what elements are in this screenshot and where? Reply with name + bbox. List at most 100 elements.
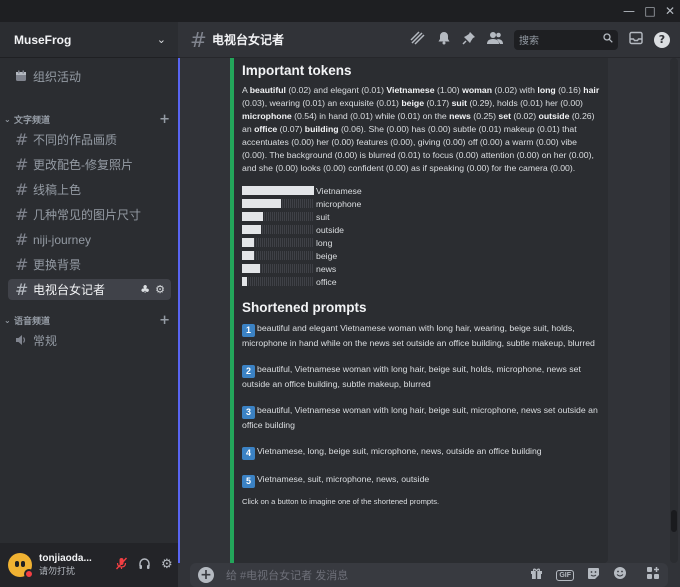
close-window-button[interactable]: ✕ xyxy=(661,3,679,19)
search-icon xyxy=(603,33,613,46)
threads-icon[interactable] xyxy=(410,30,426,49)
token-text: (0.07) xyxy=(277,124,305,134)
title-bar: — □ ✕ xyxy=(0,0,680,22)
shortened-prompt: 5 Vietnamese, suit, microphone, news, out… xyxy=(242,473,600,488)
channel-label: niji-journey xyxy=(33,232,92,247)
gift-icon[interactable] xyxy=(530,567,543,584)
token-keyword: suit xyxy=(451,98,468,108)
hash-icon: # xyxy=(15,255,29,274)
bell-icon[interactable] xyxy=(437,31,451,49)
mic-muted-icon[interactable] xyxy=(115,557,128,574)
minimize-button[interactable]: — xyxy=(620,3,638,19)
headphones-icon[interactable] xyxy=(138,557,151,574)
token-bar-track xyxy=(242,225,314,234)
token-bar-label: long xyxy=(316,237,333,248)
token-bar-label: beige xyxy=(316,250,338,261)
sidebar-channel-item[interactable]: # 线稿上色 xyxy=(8,179,171,200)
sidebar-channel-item[interactable]: # 更换背景 xyxy=(8,254,171,275)
token-keyword: building xyxy=(304,124,339,134)
sticker-icon[interactable] xyxy=(587,567,600,584)
prompt-text: beautiful, Vietnamese woman with long ha… xyxy=(242,405,598,430)
channel-settings-icon[interactable]: ⚙ xyxy=(155,283,165,296)
token-keyword: hair xyxy=(583,85,600,95)
events-item[interactable]: 组织活动 xyxy=(8,66,171,87)
add-member-icon[interactable]: ♣ xyxy=(140,283,150,296)
scrollbar-thumb[interactable] xyxy=(671,510,677,532)
add-voice-channel-button[interactable]: + xyxy=(159,313,170,328)
shortened-prompt: 1 beautiful and elegant Vietnamese woman … xyxy=(242,322,600,350)
token-bar-fill xyxy=(242,277,248,286)
user-controls: ⚙ xyxy=(115,557,173,574)
sidebar-channel-item[interactable]: # 几种常见的图片尺寸 xyxy=(8,204,171,225)
channel-label: 不同的作品画质 xyxy=(33,133,118,147)
add-channel-button[interactable]: + xyxy=(159,112,170,127)
prompt-number-badge[interactable]: 5 xyxy=(242,475,255,488)
embed-title-tokens: Important tokens xyxy=(242,63,352,78)
token-keyword: beautiful xyxy=(249,85,286,95)
token-bar-row: outside xyxy=(242,223,600,236)
prompt-number-badge[interactable]: 3 xyxy=(242,406,255,419)
token-text: (0.16) xyxy=(555,85,584,95)
search-input[interactable]: 搜索 xyxy=(514,29,618,50)
voice-channel-general[interactable]: 常规 xyxy=(8,330,171,351)
token-text: (1.00) xyxy=(434,85,463,95)
hash-icon: # xyxy=(15,155,29,174)
composer-toolbar: GIF xyxy=(530,566,660,584)
user-panel: tonjiaoda... 请勿打扰 ⚙ xyxy=(0,543,178,587)
token-bar-row: office xyxy=(242,275,600,288)
category-label: 语音频道 xyxy=(14,315,51,326)
embed-footer-note: Click on a button to imagine one of the … xyxy=(242,497,440,506)
shortened-prompt: 2 beautiful, Vietnamese woman with long h… xyxy=(242,363,600,391)
add-attachment-button[interactable]: + xyxy=(198,567,214,583)
prompt-text: beautiful, Vietnamese woman with long ha… xyxy=(242,364,581,389)
prompt-text: Vietnamese, long, beige suit, microphone… xyxy=(257,446,542,456)
category-voice-channels[interactable]: ⌄ 语音频道 + xyxy=(4,313,170,328)
prompt-number-badge[interactable]: 2 xyxy=(242,365,255,378)
sidebar-channel-item[interactable]: # 更改配色-修复照片 xyxy=(8,154,171,175)
server-header[interactable]: MuseFrog ⌄ xyxy=(0,22,178,58)
token-paragraph: A beautiful (0.02) and elegant (0.01) Vi… xyxy=(242,84,600,175)
user-info[interactable]: tonjiaoda... 请勿打扰 xyxy=(39,553,101,577)
discord-window: — □ ✕ MuseFrog ⌄ 组织活动 ⌄ 文字频道 + # 不同的作品画质 #… xyxy=(0,0,680,587)
prompt-number-badge[interactable]: 1 xyxy=(242,324,255,337)
emoji-icon[interactable] xyxy=(613,566,627,584)
avatar[interactable] xyxy=(8,553,34,579)
caret-down-icon: ⌄ xyxy=(4,315,11,325)
scrollbar-track[interactable] xyxy=(670,58,678,563)
category-text-channels[interactable]: ⌄ 文字频道 + xyxy=(4,112,170,127)
inbox-icon[interactable] xyxy=(629,31,643,49)
token-bar-row: news xyxy=(242,262,600,275)
embed-title-shortened: Shortened prompts xyxy=(242,300,367,315)
sidebar-channel-item[interactable]: # 不同的作品画质 xyxy=(8,129,171,150)
message-input[interactable]: 给 #电视台女记者 发消息 xyxy=(226,567,530,583)
sidebar-channel-item[interactable]: # 电视台女记者 ♣ ⚙ xyxy=(8,279,171,300)
category-label: 文字频道 xyxy=(14,114,51,125)
token-bar-track xyxy=(242,264,314,273)
token-bar-label: microphone xyxy=(316,198,362,209)
channel-sidebar: MuseFrog ⌄ 组织活动 ⌄ 文字频道 + # 不同的作品画质 # 更改配色-修… xyxy=(0,22,178,543)
sidebar-channel-item[interactable]: # niji-journey xyxy=(8,229,171,250)
shortened-prompt: 4 Vietnamese, long, beige suit, microphon… xyxy=(242,445,600,460)
maximize-button[interactable]: □ xyxy=(641,3,659,19)
token-bar-row: long xyxy=(242,236,600,249)
prompt-number-badge[interactable]: 4 xyxy=(242,447,255,460)
user-status: 请勿打扰 xyxy=(39,566,76,576)
channel-label: 电视台女记者 xyxy=(33,283,106,297)
token-keyword: microphone xyxy=(242,111,292,121)
token-bar-fill xyxy=(242,212,263,221)
token-bar-row: suit xyxy=(242,210,600,223)
gear-icon[interactable]: ⚙ xyxy=(161,557,173,574)
voice-channel-label: 常规 xyxy=(33,334,58,348)
hash-icon: # xyxy=(15,205,29,224)
pin-icon[interactable] xyxy=(462,31,476,49)
token-bar-row: Vietnamese xyxy=(242,184,600,197)
token-text: (0.02) and elegant (0.01) xyxy=(285,85,387,95)
members-icon[interactable] xyxy=(487,31,503,49)
channel-header: # 电视台女记者 搜索 ? xyxy=(178,22,680,58)
token-bar-label: Vietnamese xyxy=(316,185,362,196)
help-icon[interactable]: ? xyxy=(654,31,670,48)
gif-button[interactable]: GIF xyxy=(556,569,574,581)
token-bar-row: microphone xyxy=(242,197,600,210)
apps-icon[interactable] xyxy=(646,566,660,584)
message-composer[interactable]: + 给 #电视台女记者 发消息 GIF xyxy=(190,563,668,587)
